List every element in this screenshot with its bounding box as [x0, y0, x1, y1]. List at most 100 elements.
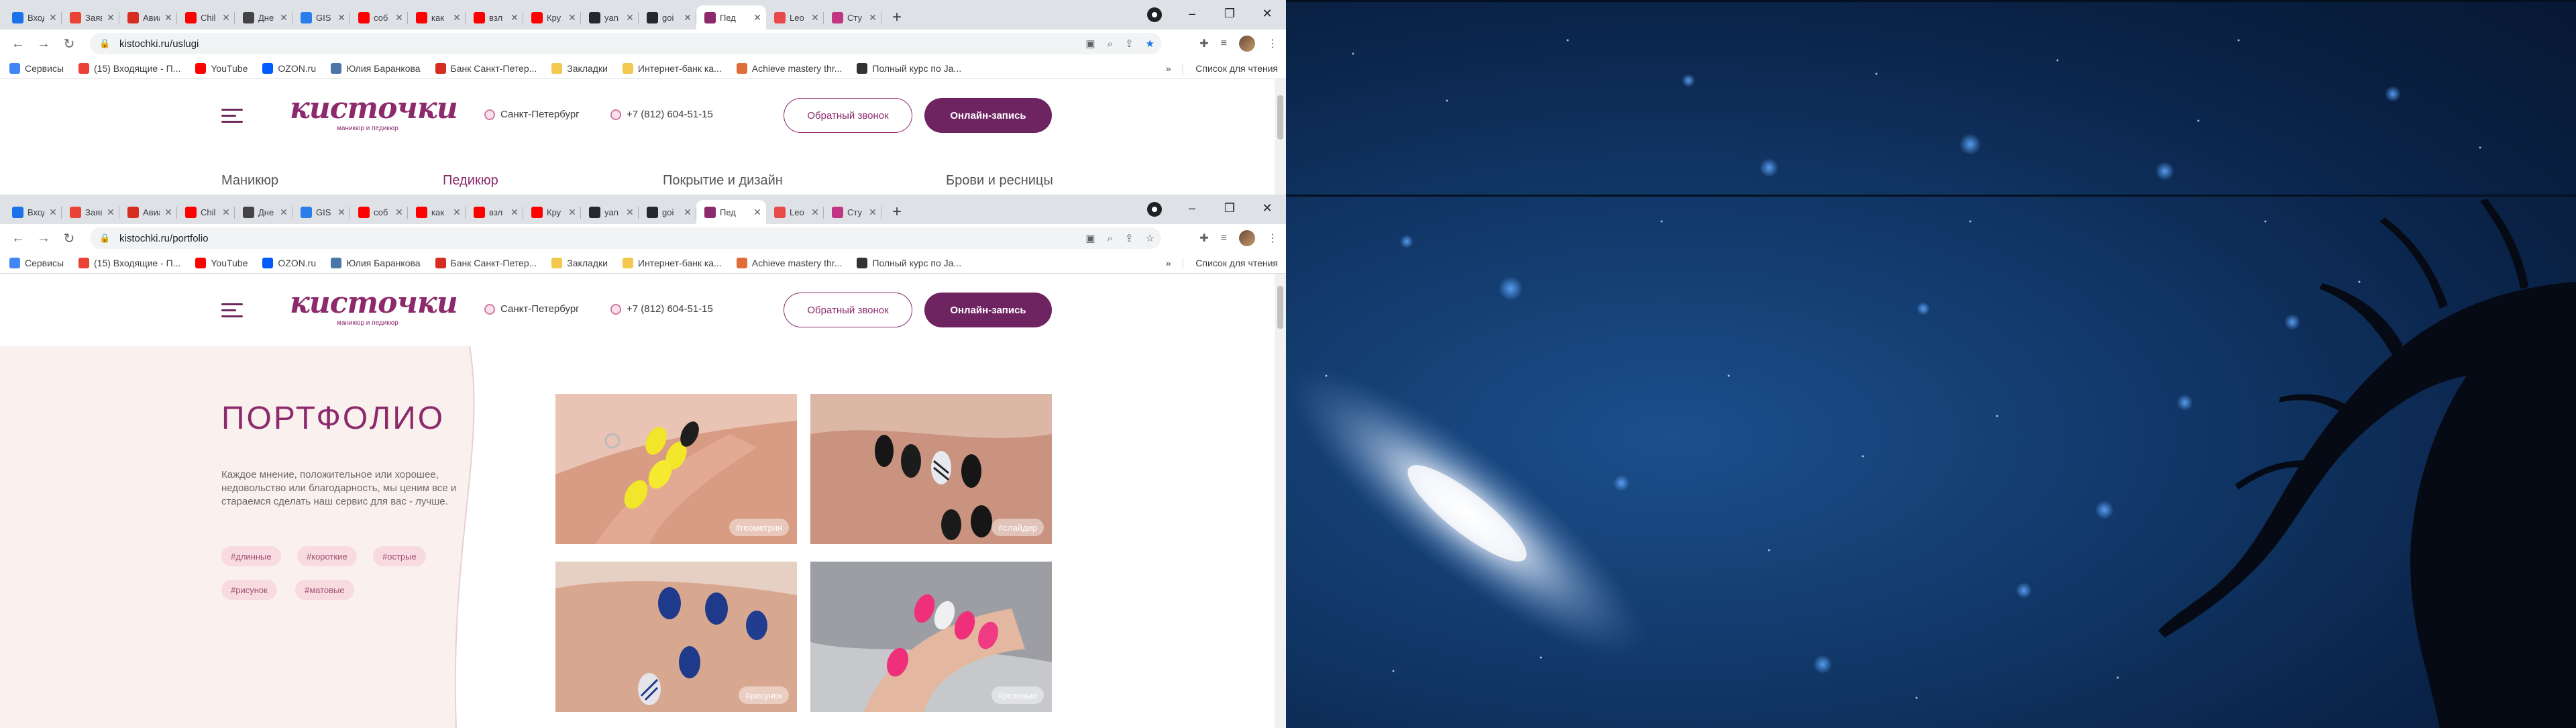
bookmarks-more-button[interactable]: » — [1166, 258, 1171, 268]
hamburger-icon[interactable] — [221, 303, 243, 318]
puzzle-icon[interactable]: ✚ — [1199, 231, 1208, 245]
browser-tab[interactable]: GIS ✕ — [292, 200, 350, 224]
puzzle-icon[interactable]: ✚ — [1199, 37, 1208, 50]
profile-avatar[interactable] — [1239, 36, 1255, 52]
browser-tab[interactable]: Пед ✕ — [696, 5, 766, 30]
media-control-icon[interactable] — [1147, 202, 1162, 217]
menu-icon[interactable]: ⋮ — [1267, 37, 1278, 50]
bookmark-item[interactable]: Юлия Баранкова — [331, 62, 421, 74]
bookmark-item[interactable]: Банк Санкт-Петер... — [435, 257, 537, 268]
tab-close-icon[interactable]: ✕ — [394, 207, 404, 218]
browser-tab[interactable]: Сту ✕ — [824, 200, 881, 224]
install-app-icon[interactable]: ▣ — [1085, 38, 1095, 50]
browser-tab[interactable]: Вход ✕ — [4, 200, 62, 224]
media-queue-icon[interactable]: ≡ — [1221, 38, 1227, 50]
bookmark-item[interactable]: (15) Входящие - П... — [78, 62, 180, 74]
tab-close-icon[interactable]: ✕ — [48, 207, 58, 218]
browser-tab[interactable]: взл ✕ — [466, 200, 523, 224]
bookmark-item[interactable]: Интернет-банк ка... — [622, 62, 722, 74]
booking-button[interactable]: Онлайн-запись — [924, 98, 1052, 133]
bookmark-item[interactable]: YouTube — [195, 257, 248, 268]
browser-tab[interactable]: соб ✕ — [350, 200, 408, 224]
new-tab-icon[interactable]: + — [885, 5, 908, 30]
tab-close-icon[interactable]: ✕ — [510, 12, 519, 23]
reload-icon[interactable]: ↻ — [56, 36, 82, 52]
browser-tab[interactable]: Авиа ✕ — [119, 5, 177, 30]
tab-close-icon[interactable]: ✕ — [164, 207, 173, 218]
tab-close-icon[interactable]: ✕ — [221, 207, 231, 218]
phone-link[interactable]: +7 (812) 604-51-15 — [610, 303, 713, 315]
browser-tab[interactable]: Вход ✕ — [4, 5, 62, 30]
back-icon[interactable]: ← — [5, 231, 31, 246]
address-bar[interactable]: 🔒 kistochki.ru/uslugi ▣ ⌕ ⇪ ★ — [90, 33, 1161, 54]
city-selector[interactable]: Санкт-Петербург — [484, 109, 580, 120]
bookmark-item[interactable]: Полный курс по Ja... — [857, 257, 961, 268]
browser-tab[interactable]: yan ✕ — [581, 5, 639, 30]
portfolio-photo[interactable]: #геометрия — [555, 394, 797, 544]
new-tab-icon[interactable]: + — [885, 200, 908, 224]
portfolio-photo[interactable]: #розовые — [810, 562, 1052, 712]
bookmark-item[interactable]: Банк Санкт-Петер... — [435, 62, 537, 74]
tab-close-icon[interactable]: ✕ — [452, 207, 462, 218]
tab-close-icon[interactable]: ✕ — [625, 207, 635, 218]
browser-tab[interactable]: Leo ✕ — [766, 200, 824, 224]
tab-close-icon[interactable]: ✕ — [753, 207, 762, 218]
page-scrollbar[interactable] — [1275, 274, 1286, 728]
browser-tab[interactable]: Дне ✕ — [235, 5, 292, 30]
browser-tab[interactable]: Кру ✕ — [523, 5, 581, 30]
browser-tab[interactable]: Заявки ✕ — [62, 200, 119, 224]
tab-close-icon[interactable]: ✕ — [568, 207, 577, 218]
tab-close-icon[interactable]: ✕ — [221, 12, 231, 23]
browser-tab[interactable]: Сту ✕ — [824, 5, 881, 30]
tab-manicure[interactable]: Маникюр — [221, 173, 278, 189]
tab-close-icon[interactable]: ✕ — [106, 12, 115, 23]
address-bar[interactable]: 🔒 kistochki.ru/portfolio ▣ ⌕ ⇪ ☆ — [90, 227, 1161, 249]
browser-tab[interactable]: Leo ✕ — [766, 5, 824, 30]
share-icon[interactable]: ⇪ — [1125, 38, 1134, 50]
page-scrollbar[interactable] — [1275, 79, 1286, 195]
filter-chip[interactable]: #матовые — [295, 580, 354, 600]
bookmark-star-icon[interactable]: ★ — [1146, 38, 1155, 50]
media-queue-icon[interactable]: ≡ — [1221, 232, 1227, 244]
filter-chip[interactable]: #длинные — [221, 546, 281, 566]
browser-tab[interactable]: Chil ✕ — [177, 200, 235, 224]
back-icon[interactable]: ← — [5, 36, 31, 52]
tab-close-icon[interactable]: ✕ — [164, 12, 173, 23]
callback-button[interactable]: Обратный звонок — [784, 293, 912, 327]
zoom-icon[interactable]: ⌕ — [1108, 233, 1113, 244]
menu-icon[interactable]: ⋮ — [1267, 231, 1278, 245]
minimize-icon[interactable]: – — [1173, 7, 1211, 21]
browser-tab[interactable]: соб ✕ — [350, 5, 408, 30]
tab-close-icon[interactable]: ✕ — [279, 207, 288, 218]
tab-close-icon[interactable]: ✕ — [810, 12, 820, 23]
tab-close-icon[interactable]: ✕ — [394, 12, 404, 23]
tab-close-icon[interactable]: ✕ — [337, 12, 346, 23]
browser-tab[interactable]: Дне ✕ — [235, 200, 292, 224]
browser-tab[interactable]: Пед ✕ — [696, 200, 766, 224]
site-logo[interactable]: кисточки маникюр и педикюр — [290, 91, 458, 140]
zoom-icon[interactable]: ⌕ — [1108, 38, 1113, 50]
browser-tab[interactable]: как ✕ — [408, 5, 466, 30]
tab-close-icon[interactable]: ✕ — [337, 207, 346, 218]
tab-close-icon[interactable]: ✕ — [810, 207, 820, 218]
filter-chip[interactable]: #рисунок — [221, 580, 277, 600]
phone-link[interactable]: +7 (812) 604-51-15 — [610, 109, 713, 120]
forward-icon[interactable]: → — [31, 231, 56, 246]
browser-tab[interactable]: Chil ✕ — [177, 5, 235, 30]
forward-icon[interactable]: → — [31, 36, 56, 52]
tab-close-icon[interactable]: ✕ — [568, 12, 577, 23]
tab-close-icon[interactable]: ✕ — [683, 207, 692, 218]
browser-tab[interactable]: Заявки ✕ — [62, 5, 119, 30]
filter-chip[interactable]: #острые — [373, 546, 426, 566]
browser-tab[interactable]: goi ✕ — [639, 200, 696, 224]
site-logo[interactable]: кисточки маникюр и педикюр — [290, 286, 458, 334]
tab-close-icon[interactable]: ✕ — [753, 12, 762, 23]
tab-close-icon[interactable]: ✕ — [106, 207, 115, 218]
bookmark-item[interactable]: OZON.ru — [262, 257, 316, 268]
close-icon[interactable]: ✕ — [1248, 201, 1286, 215]
install-app-icon[interactable]: ▣ — [1085, 232, 1095, 244]
bookmark-item[interactable]: Achieve mastery thr... — [736, 257, 842, 268]
browser-tab[interactable]: GIS ✕ — [292, 5, 350, 30]
bookmark-item[interactable]: Закладки — [551, 257, 608, 268]
reload-icon[interactable]: ↻ — [56, 230, 82, 247]
